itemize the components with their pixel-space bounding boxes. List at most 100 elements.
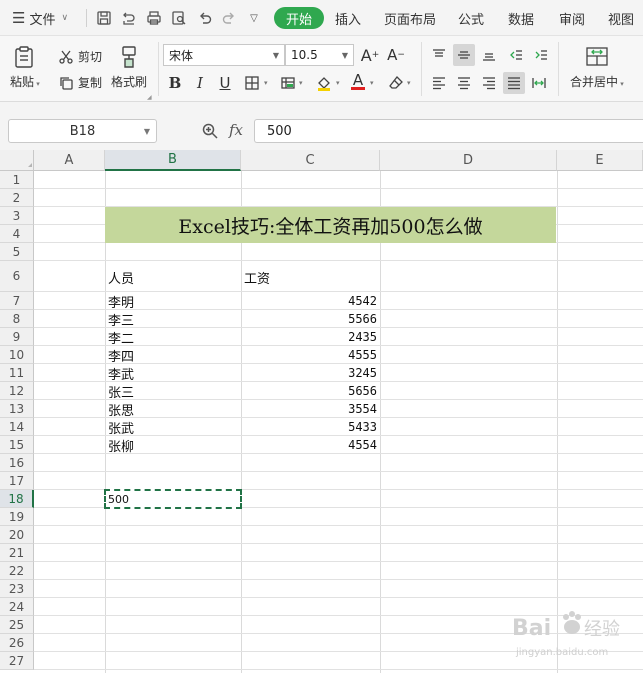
- align-right-icon[interactable]: [478, 72, 500, 94]
- tab-formulas[interactable]: 公式: [458, 0, 484, 36]
- chevron-down-icon[interactable]: ▾: [407, 79, 411, 87]
- paste-button[interactable]: 粘贴 ▾: [10, 44, 40, 90]
- italic-icon[interactable]: I: [189, 72, 211, 94]
- font-name-select[interactable]: 宋体 ▼: [163, 44, 285, 66]
- row-header-selected[interactable]: 18: [0, 490, 34, 508]
- export-icon[interactable]: [119, 0, 139, 36]
- name-cell[interactable]: 李四: [108, 346, 134, 365]
- undo-icon[interactable]: [195, 0, 215, 36]
- name-box[interactable]: B18 ▼: [8, 119, 157, 143]
- row-header[interactable]: 25: [0, 616, 34, 634]
- title-cell[interactable]: Excel技巧:全体工资再加500怎么做: [105, 207, 556, 243]
- print-icon[interactable]: [144, 0, 164, 36]
- save-icon[interactable]: [94, 0, 114, 36]
- clipboard-group-launcher[interactable]: ◢: [147, 94, 152, 101]
- cut-button[interactable]: 剪切: [58, 48, 102, 65]
- row-header[interactable]: 1: [0, 171, 34, 189]
- redo-icon[interactable]: [219, 0, 239, 36]
- function-icon[interactable]: fx: [229, 121, 243, 139]
- font-size-select[interactable]: 10.5 ▼: [285, 44, 354, 66]
- print-preview-icon[interactable]: [169, 0, 189, 36]
- clear-format-icon[interactable]: [385, 72, 407, 94]
- align-left-icon[interactable]: [428, 72, 450, 94]
- row-header[interactable]: 20: [0, 526, 34, 544]
- file-menu[interactable]: ☰ 文件 ∨: [12, 0, 68, 36]
- row-header[interactable]: 12: [0, 382, 34, 400]
- justify-icon[interactable]: [503, 72, 525, 94]
- row-header[interactable]: 3: [0, 207, 34, 225]
- row-header[interactable]: 27: [0, 652, 34, 670]
- tab-home[interactable]: 开始: [274, 7, 325, 29]
- increase-font-icon[interactable]: A +: [359, 44, 381, 66]
- salary-cell[interactable]: 5433: [241, 418, 377, 436]
- fill-color-icon[interactable]: [313, 72, 335, 94]
- header-name-cell[interactable]: 人员: [108, 268, 134, 287]
- chevron-down-icon[interactable]: ▾: [336, 79, 340, 87]
- name-cell[interactable]: 张武: [108, 418, 134, 437]
- chevron-down-icon[interactable]: ▾: [299, 79, 303, 87]
- column-header-d[interactable]: D: [380, 150, 557, 171]
- row-header[interactable]: 6: [0, 261, 34, 292]
- row-header[interactable]: 7: [0, 292, 34, 310]
- row-header[interactable]: 22: [0, 562, 34, 580]
- row-header[interactable]: 17: [0, 472, 34, 490]
- tab-data[interactable]: 数据: [508, 0, 534, 36]
- row-header[interactable]: 14: [0, 418, 34, 436]
- align-center-icon[interactable]: [453, 72, 475, 94]
- borders-icon[interactable]: [241, 72, 263, 94]
- tab-insert[interactable]: 插入: [335, 0, 361, 36]
- row-header[interactable]: 8: [0, 310, 34, 328]
- name-cell[interactable]: 张思: [108, 400, 134, 419]
- salary-cell[interactable]: 4554: [241, 436, 377, 454]
- copy-button[interactable]: 复制: [58, 74, 102, 91]
- salary-cell[interactable]: 5566: [241, 310, 377, 328]
- formula-input[interactable]: 500: [254, 119, 643, 143]
- decrease-indent-icon[interactable]: [505, 44, 527, 66]
- bold-icon[interactable]: B: [164, 72, 186, 94]
- decrease-font-icon[interactable]: A −: [385, 44, 407, 66]
- tab-page-layout[interactable]: 页面布局: [384, 0, 436, 36]
- underline-icon[interactable]: U: [214, 72, 236, 94]
- name-cell[interactable]: 李明: [108, 292, 134, 311]
- zoom-icon[interactable]: [201, 122, 219, 140]
- merge-center-button[interactable]: 合并居中 ▾: [570, 44, 624, 90]
- row-header[interactable]: 23: [0, 580, 34, 598]
- distribute-icon[interactable]: [528, 72, 550, 94]
- font-color-icon[interactable]: A: [347, 70, 369, 92]
- row-header[interactable]: 21: [0, 544, 34, 562]
- row-header[interactable]: 9: [0, 328, 34, 346]
- row-header[interactable]: 11: [0, 364, 34, 382]
- selected-cell-b18[interactable]: 500: [104, 489, 242, 509]
- chevron-down-icon[interactable]: ▾: [370, 79, 374, 87]
- align-middle-icon[interactable]: [453, 44, 475, 66]
- column-header-a[interactable]: A: [34, 150, 105, 171]
- select-all-corner[interactable]: [0, 150, 34, 171]
- salary-cell[interactable]: 3245: [241, 364, 377, 382]
- tab-review[interactable]: 审阅: [559, 0, 585, 36]
- column-header-c[interactable]: C: [241, 150, 380, 171]
- tab-view[interactable]: 视图: [608, 0, 634, 36]
- header-salary-cell[interactable]: 工资: [244, 268, 270, 287]
- name-cell[interactable]: 李三: [108, 310, 134, 329]
- row-header[interactable]: 19: [0, 508, 34, 526]
- row-header[interactable]: 24: [0, 598, 34, 616]
- customize-toolbar-icon[interactable]: ▽: [244, 0, 264, 36]
- name-cell[interactable]: 李武: [108, 364, 134, 383]
- column-header-e[interactable]: E: [557, 150, 643, 171]
- column-header-b[interactable]: B: [105, 150, 241, 171]
- name-cell[interactable]: 张三: [108, 382, 134, 401]
- name-cell[interactable]: 张柳: [108, 436, 134, 455]
- salary-cell[interactable]: 4555: [241, 346, 377, 364]
- name-cell[interactable]: 李二: [108, 328, 134, 347]
- row-header[interactable]: 10: [0, 346, 34, 364]
- row-header[interactable]: 5: [0, 243, 34, 261]
- salary-cell[interactable]: 3554: [241, 400, 377, 418]
- fill-pattern-icon[interactable]: [277, 72, 299, 94]
- format-painter-button[interactable]: 格式刷: [111, 44, 147, 90]
- align-bottom-icon[interactable]: [478, 44, 500, 66]
- row-header[interactable]: 2: [0, 189, 34, 207]
- salary-cell[interactable]: 4542: [241, 292, 377, 310]
- row-header[interactable]: 13: [0, 400, 34, 418]
- salary-cell[interactable]: 2435: [241, 328, 377, 346]
- row-header[interactable]: 4: [0, 225, 34, 243]
